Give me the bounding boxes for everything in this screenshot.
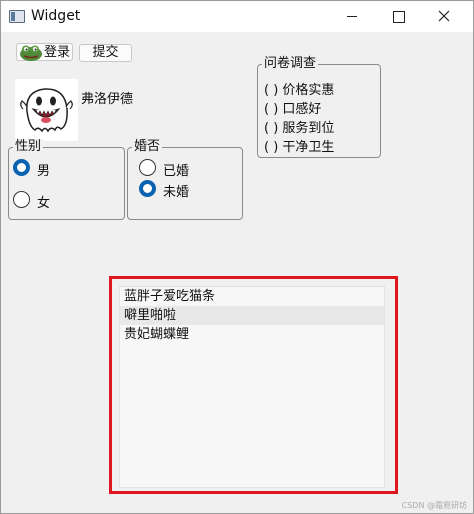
avatar (15, 79, 78, 141)
radio-married-label: 已婚 (163, 164, 190, 179)
radio-married[interactable] (139, 159, 156, 176)
minimize-button[interactable] (329, 1, 375, 32)
survey-option[interactable]: ( ) 干净卫生 (264, 136, 334, 155)
app-icon (9, 10, 25, 23)
radio-male-label: 男 (37, 164, 51, 179)
title-bar[interactable]: Widget (1, 1, 473, 32)
app-window: Widget 登录 提交 弗洛伊德 性别 男 女 婚否 已婚 未婚 问卷调查 (… (0, 0, 474, 514)
radio-unmarried[interactable] (139, 180, 156, 197)
survey-option[interactable]: ( ) 口感好 (264, 98, 321, 117)
submit-button[interactable]: 提交 (79, 44, 132, 62)
gender-groupbox: 性别 男 女 (8, 139, 125, 220)
survey-groupbox: 问卷调查 ( ) 价格实惠 ( ) 口感好 ( ) 服务到位 ( ) 干净卫生 (257, 56, 381, 158)
window-title: Widget (31, 8, 81, 24)
frog-icon (20, 45, 42, 61)
boo-ghost-icon (20, 88, 73, 133)
client-area: 登录 提交 弗洛伊德 性别 男 女 婚否 已婚 未婚 问卷调查 () 价格实惠… (1, 32, 473, 513)
close-button[interactable] (421, 1, 467, 32)
login-button-label: 登录 (44, 45, 71, 60)
married-group-title: 婚否 (132, 139, 163, 155)
survey-option[interactable]: ( ) 价格实惠 (264, 79, 334, 98)
survey-group-title: 问卷调查 (262, 56, 319, 72)
login-button[interactable]: 登录 (16, 43, 73, 61)
radio-female[interactable] (13, 191, 30, 208)
close-icon (438, 10, 450, 22)
married-groupbox: 婚否 已婚 未婚 (127, 139, 243, 220)
maximize-button[interactable] (375, 1, 421, 32)
profile-name: 弗洛伊德 (81, 92, 134, 107)
highlight-frame (109, 276, 398, 494)
radio-unmarried-label: 未婚 (163, 185, 190, 200)
radio-female-label: 女 (37, 196, 51, 211)
gender-group-title: 性别 (13, 139, 44, 155)
radio-male[interactable] (13, 159, 30, 176)
watermark: CSDN @霜霓研坊 (401, 501, 467, 510)
survey-option[interactable]: ( ) 服务到位 (264, 117, 334, 136)
